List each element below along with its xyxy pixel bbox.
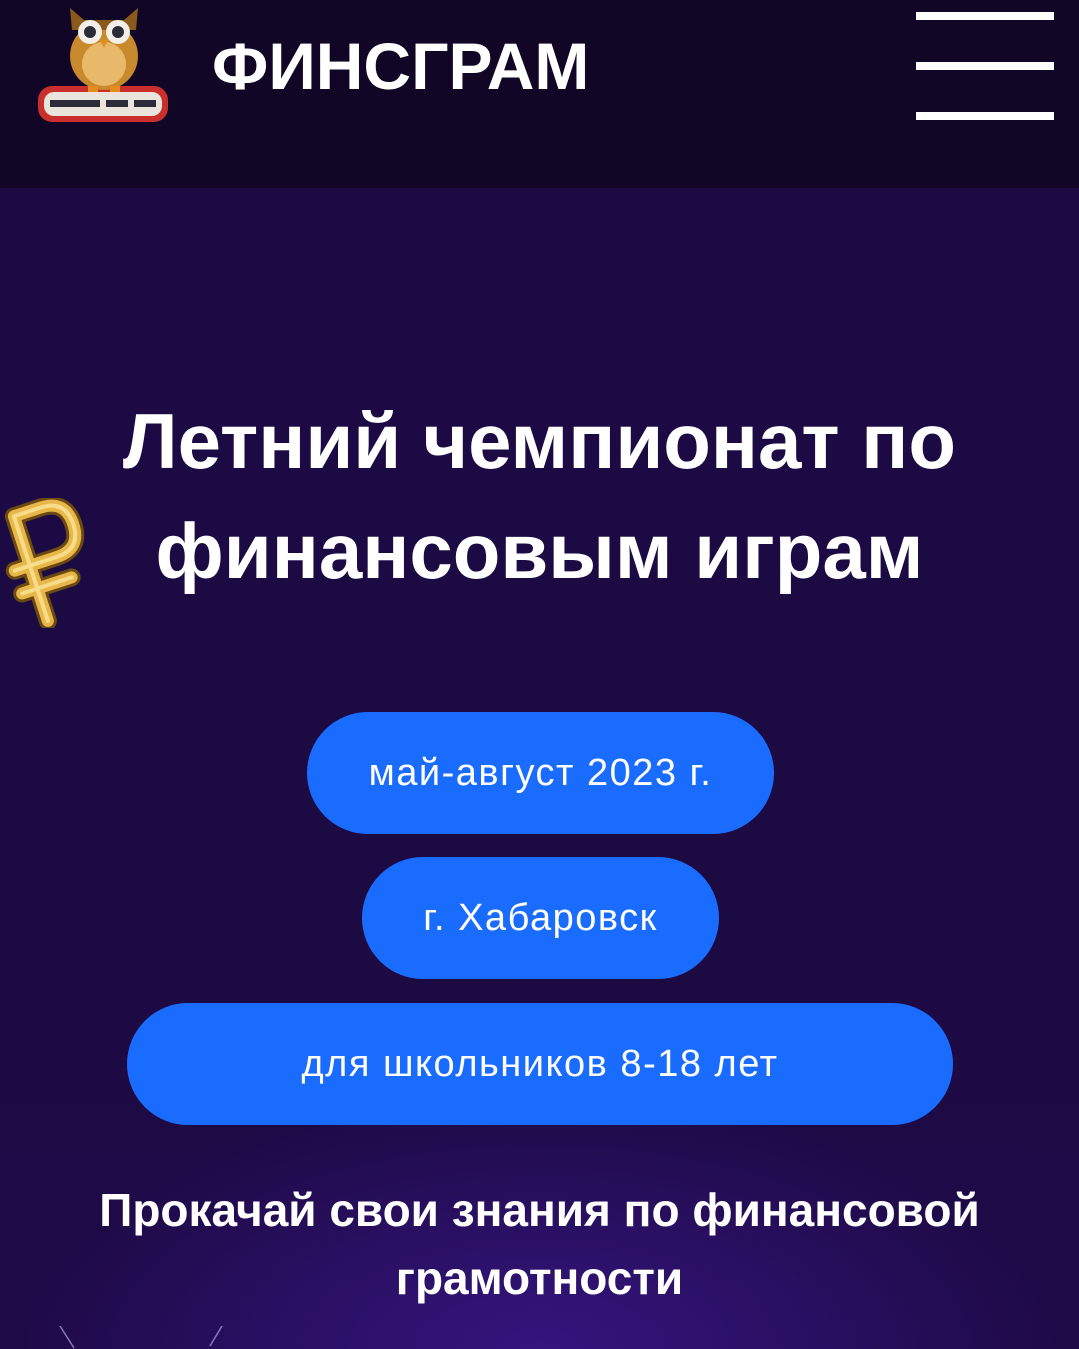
menu-bar (916, 12, 1054, 20)
title-line-1: Летний чемпионат по (122, 397, 957, 485)
brand-name[interactable]: ФИНСГРАМ (212, 26, 589, 106)
menu-bar (916, 112, 1054, 120)
page-title: Летний чемпионат по финансовым играм (0, 386, 1079, 606)
city-badge[interactable]: г. Хабаровск (362, 857, 719, 979)
hero-subtitle: Прокачай свои знания по финансовой грамо… (0, 1176, 1079, 1312)
site-header: ФИНСГРАМ (0, 0, 1079, 188)
sparkle-decoration-icon (40, 1325, 240, 1349)
hero-section: Летний чемпионат по финансовым играм май… (0, 188, 1079, 1349)
subtitle-line-2: грамотности (395, 1252, 684, 1304)
date-badge[interactable]: май-август 2023 г. (307, 712, 774, 834)
owl-logo-icon[interactable] (36, 0, 172, 128)
hamburger-menu-icon[interactable] (914, 10, 1056, 122)
audience-badge[interactable]: для школьников 8-18 лет (127, 1003, 953, 1125)
title-line-2: финансовым играм (155, 507, 924, 595)
menu-bar (916, 62, 1054, 70)
subtitle-line-1: Прокачай свои знания по финансовой (99, 1184, 980, 1236)
